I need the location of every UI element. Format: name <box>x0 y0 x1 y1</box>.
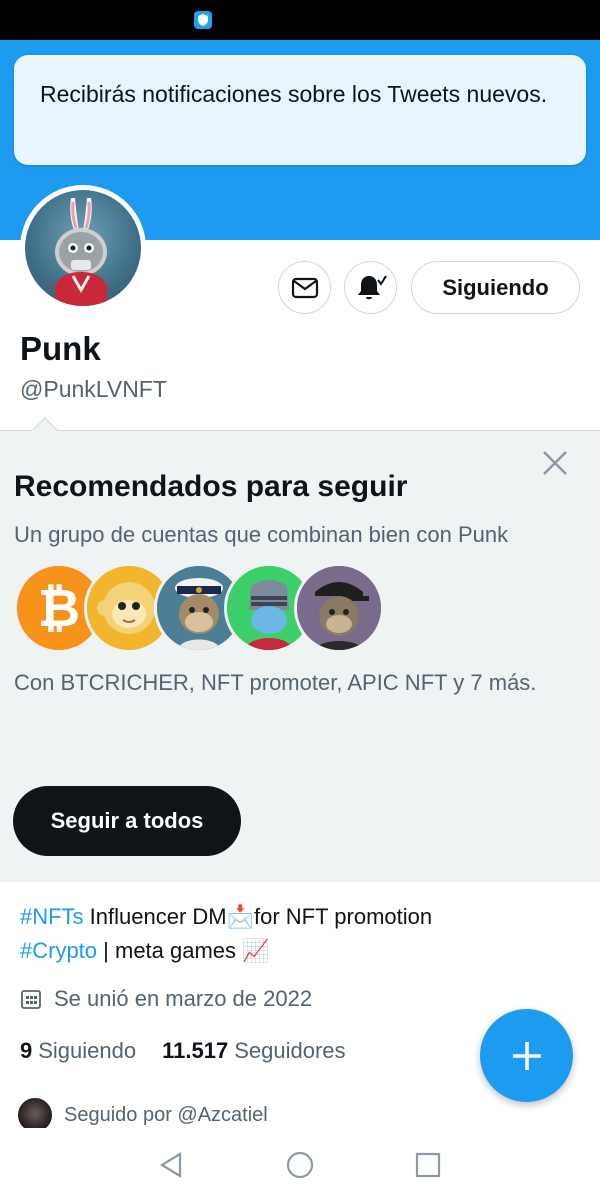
message-button[interactable] <box>278 261 331 314</box>
status-bar <box>0 0 600 40</box>
profile-avatar[interactable] <box>20 185 146 311</box>
hashtag-link[interactable]: #Crypto <box>20 938 97 963</box>
profile-name: Punk <box>20 330 101 367</box>
svg-text:₿: ₿ <box>38 579 80 639</box>
notifications-button[interactable] <box>344 261 397 314</box>
recents-button[interactable] <box>413 1150 443 1180</box>
follow-all-button[interactable]: Seguir a todos <box>13 786 241 856</box>
system-nav-bar <box>0 1128 600 1200</box>
following-stat-link[interactable]: 9 Siguiendo <box>20 1038 136 1064</box>
recommended-avatars[interactable]: ₿ <box>14 563 384 655</box>
toast-message: Recibirás notificaciones sobre los Tweet… <box>40 81 548 107</box>
followers-stat-link[interactable]: 11.517 Seguidores <box>162 1038 345 1064</box>
close-recommendations-button[interactable] <box>540 448 570 478</box>
recommendations-with-text: Con BTCRICHER, NFT promoter, APIC NFT y … <box>14 670 537 695</box>
followers-label: Seguidores <box>234 1038 346 1063</box>
plus-icon <box>512 1041 541 1070</box>
following-button[interactable]: Siguiendo <box>411 261 580 314</box>
profile-stats: 9 Siguiendo 11.517 Seguidores <box>20 1038 372 1064</box>
profile-handle: @PunkLVNFT <box>20 376 167 402</box>
calendar-icon <box>21 990 41 1009</box>
recommendations-title: Recomendados para seguir <box>14 470 408 503</box>
envelope-icon <box>291 277 318 298</box>
close-icon <box>543 451 567 475</box>
home-circle-icon <box>286 1151 314 1179</box>
notification-toast: Recibirás notificaciones sobre los Tweet… <box>14 55 586 165</box>
avatar-image <box>25 190 141 306</box>
recommendations-subtitle: Un grupo de cuentas que combinan bien co… <box>14 522 509 547</box>
cap-ape-avatar[interactable] <box>294 563 384 653</box>
following-count: 9 <box>20 1038 33 1063</box>
followers-count: 11.517 <box>162 1038 229 1063</box>
recents-square-icon <box>415 1152 441 1178</box>
bio-text: | meta games 📈 <box>97 938 270 963</box>
bio-text: Influencer DM📩for NFT promotion <box>83 904 433 929</box>
home-button[interactable] <box>285 1150 315 1180</box>
back-triangle-icon <box>159 1152 182 1178</box>
bell-check-icon <box>357 274 387 299</box>
profile-bio: #NFTs Influencer DM📩for NFT promotion #C… <box>20 900 580 968</box>
joined-text: Se unió en marzo de 2022 <box>54 986 313 1011</box>
compose-tweet-button[interactable] <box>480 1009 573 1102</box>
hashtag-link[interactable]: #NFTs <box>20 904 84 929</box>
shield-icon <box>194 11 212 29</box>
joined-date: Se unió en marzo de 2022 <box>20 986 312 1012</box>
following-label: Siguiendo <box>38 1038 137 1063</box>
followed-by-text: Seguido por @Azcatiel <box>64 1103 268 1126</box>
back-button[interactable] <box>156 1150 186 1180</box>
